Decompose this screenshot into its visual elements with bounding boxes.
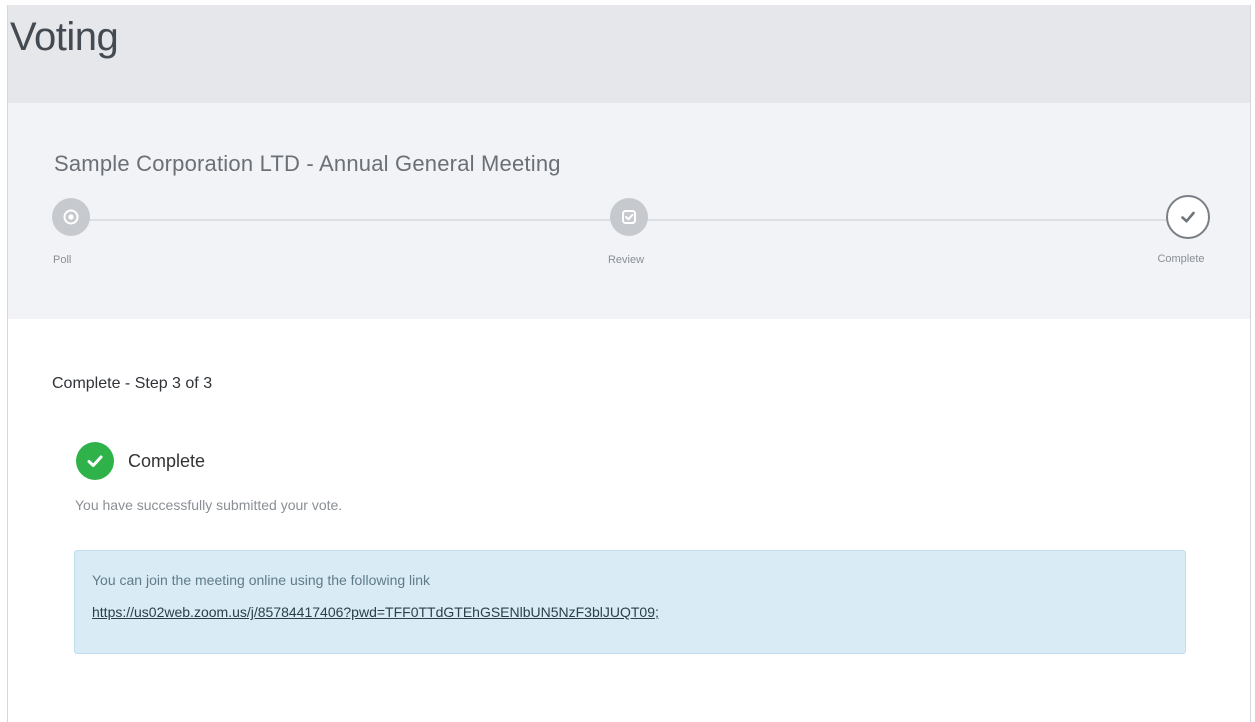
step-poll: Poll	[52, 198, 90, 266]
page-title: Voting	[10, 15, 119, 59]
check-square-icon	[610, 198, 648, 236]
step-poll-label: Poll	[53, 254, 72, 266]
meeting-link-box: You can join the meeting online using th…	[74, 550, 1186, 654]
complete-content: Complete - Step 3 of 3 Complete You have…	[8, 319, 1250, 722]
step-heading: Complete - Step 3 of 3	[52, 375, 213, 392]
app-frame: Voting Sample Corporation LTD - Annual G…	[7, 5, 1251, 722]
check-circle-icon	[76, 442, 114, 480]
meeting-link-instructions: You can join the meeting online using th…	[92, 572, 431, 588]
check-icon	[1166, 195, 1210, 239]
success-message: You have successfully submitted your vot…	[75, 497, 343, 513]
progress-stepper: Poll Review Complete	[52, 195, 1210, 278]
page-header: Voting	[8, 5, 1250, 103]
complete-status: Complete	[76, 442, 205, 480]
step-review: Review	[608, 198, 648, 266]
step-complete-label: Complete	[1157, 253, 1205, 265]
status-label: Complete	[128, 450, 206, 471]
meeting-title: Sample Corporation LTD - Annual General …	[54, 151, 561, 176]
step-complete: Complete	[1157, 195, 1210, 265]
meeting-panel: Sample Corporation LTD - Annual General …	[8, 103, 1250, 319]
step-review-label: Review	[607, 254, 645, 266]
meeting-link[interactable]: https://us02web.zoom.us/j/85784417406?pw…	[92, 604, 659, 620]
radio-target-icon	[52, 198, 90, 236]
